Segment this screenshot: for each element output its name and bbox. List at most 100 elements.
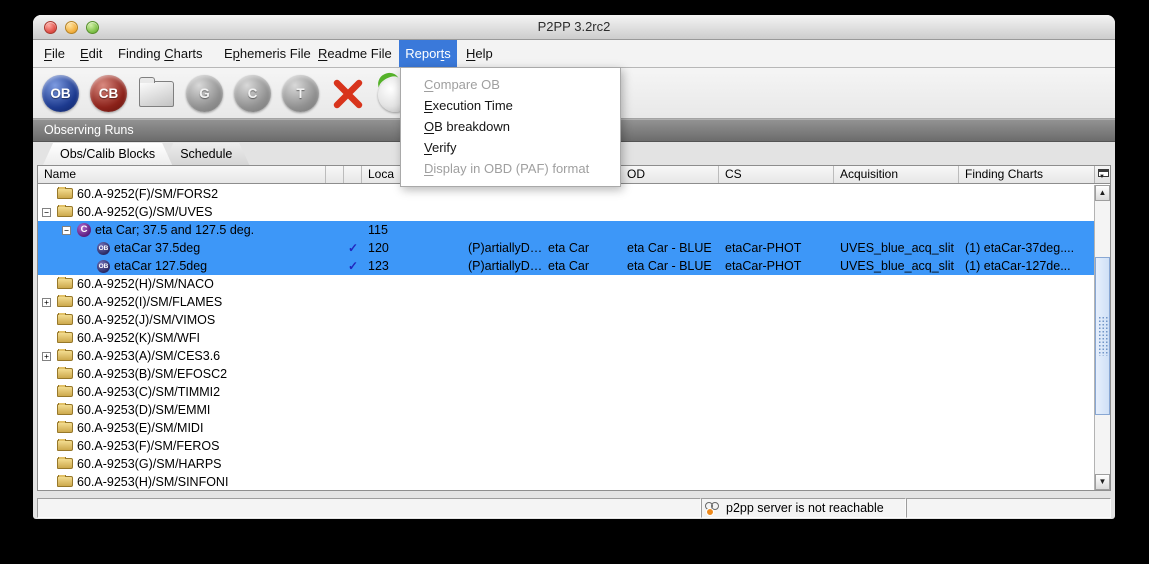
menu-file[interactable]: File [44, 40, 65, 67]
folder-icon [57, 188, 73, 199]
name-cell: 60.A-9252(H)/SM/NACO [38, 277, 326, 291]
new-ob-button[interactable]: OB [42, 75, 79, 112]
name-cell: 60.A-9253(D)/SM/EMMI [38, 403, 326, 417]
table-row[interactable]: 60.A-9253(E)/SM/MIDI [38, 419, 1094, 437]
menu-readme-file[interactable]: Readme File [318, 40, 392, 67]
menu-help[interactable]: Help [466, 40, 493, 67]
folder-icon [57, 332, 73, 343]
minus-expander-icon[interactable]: − [62, 226, 71, 235]
menu-item-ob-breakdown[interactable]: OB breakdown [401, 116, 620, 137]
zoom-button[interactable] [86, 21, 99, 34]
name-cell: +60.A-9252(I)/SM/FLAMES [38, 295, 326, 309]
table-row[interactable]: −60.A-9252(G)/SM/UVES [38, 203, 1094, 221]
minus-expander-icon[interactable]: − [42, 208, 51, 217]
status-bar: p2pp server is not reachable [37, 497, 1111, 519]
folder-icon [57, 404, 73, 415]
cell: 115 [362, 223, 462, 237]
column-header-finding-charts[interactable]: Finding Charts [959, 166, 1094, 183]
column-header-acquisition[interactable]: Acquisition [834, 166, 959, 183]
folder-icon [57, 350, 73, 361]
menu-bar: File Edit Finding Charts Ephemeris File … [33, 40, 1115, 68]
cell: (P)artiallyD… [462, 259, 542, 273]
new-timelink-button[interactable]: T [282, 75, 319, 112]
name-cell: 60.A-9252(F)/SM/FORS2 [38, 187, 326, 201]
minimize-button[interactable] [65, 21, 78, 34]
table-row[interactable]: 60.A-9253(D)/SM/EMMI [38, 401, 1094, 419]
column-header-cs[interactable]: CS [719, 166, 834, 183]
cell: etaCar-PHOT [719, 241, 834, 255]
folder-icon [57, 458, 73, 469]
name-cell: OB etaCar 37.5deg [38, 241, 326, 255]
menu-item-compare-ob: Compare OB [401, 74, 620, 95]
table-row[interactable]: 60.A-9252(F)/SM/FORS2 [38, 185, 1094, 203]
name-cell: +60.A-9253(A)/SM/CES3.6 [38, 349, 326, 363]
cell: eta Car - BLUE [621, 259, 719, 273]
table-row[interactable]: 60.A-9252(K)/SM/WFI [38, 329, 1094, 347]
table-row[interactable]: OBetaCar 127.5deg✓123(P)artiallyD…eta Ca… [38, 257, 1094, 275]
table-row[interactable]: 60.A-9253(B)/SM/EFOSC2 [38, 365, 1094, 383]
menu-finding-charts[interactable]: Finding Charts [118, 40, 203, 67]
name-cell: 60.A-9252(K)/SM/WFI [38, 331, 326, 345]
menu-item-display-obd: Display in OBD (PAF) format [401, 158, 620, 179]
folder-icon [57, 440, 73, 451]
cell: 123 [362, 259, 462, 273]
tab-obs-calib-blocks[interactable]: Obs/Calib Blocks [43, 143, 172, 165]
new-folder-button[interactable] [139, 81, 174, 107]
p2pp-window: P2PP 3.2rc2 File Edit Finding Charts Eph… [33, 15, 1115, 519]
table-row[interactable]: −Ceta Car; 37.5 and 127.5 deg.115 [38, 221, 1094, 239]
table-row[interactable]: 60.A-9252(J)/SM/VIMOS [38, 311, 1094, 329]
cell: eta Car [542, 241, 621, 255]
column-header-od[interactable]: OD [621, 166, 719, 183]
new-cb-button[interactable]: CB [90, 75, 127, 112]
table-row[interactable]: 60.A-9253(F)/SM/FEROS [38, 437, 1094, 455]
ob-icon: OB [97, 242, 110, 255]
folder-icon [57, 296, 73, 307]
row-label: 60.A-9253(A)/SM/CES3.6 [77, 349, 220, 363]
menu-ephemeris-file[interactable]: Ephemeris File [224, 40, 311, 67]
cell: UVES_blue_acq_slit [834, 241, 959, 255]
cell: ✓ [344, 259, 362, 273]
menu-edit[interactable]: Edit [80, 40, 102, 67]
plus-expander-icon[interactable]: + [42, 298, 51, 307]
table-row[interactable]: 60.A-9252(H)/SM/NACO [38, 275, 1094, 293]
menu-reports[interactable]: Reports [399, 40, 457, 67]
cell: eta Car [542, 259, 621, 273]
table-row[interactable]: 60.A-9253(C)/SM/TIMMI2 [38, 383, 1094, 401]
column-selector-icon[interactable] [1094, 166, 1110, 183]
tab-schedule[interactable]: Schedule [163, 143, 249, 165]
menu-item-verify[interactable]: Verify [401, 137, 620, 158]
table-row[interactable]: +60.A-9253(A)/SM/CES3.6 [38, 347, 1094, 365]
name-cell: 60.A-9252(J)/SM/VIMOS [38, 313, 326, 327]
table-row[interactable]: OBetaCar 37.5deg✓120(P)artiallyD…eta Car… [38, 239, 1094, 257]
plus-expander-icon[interactable]: + [42, 352, 51, 361]
row-label: 60.A-9252(I)/SM/FLAMES [77, 295, 222, 309]
title-bar[interactable]: P2PP 3.2rc2 [33, 15, 1115, 40]
folder-icon [57, 206, 73, 217]
delete-button[interactable] [329, 75, 367, 113]
row-label: 60.A-9253(G)/SM/HARPS [77, 457, 222, 471]
table-body: 60.A-9252(F)/SM/FORS2 −60.A-9252(G)/SM/UV… [38, 185, 1094, 490]
close-button[interactable] [44, 21, 57, 34]
cell: (1) etaCar-37deg.... [959, 241, 1094, 255]
name-cell: 60.A-9253(E)/SM/MIDI [38, 421, 326, 435]
vertical-scrollbar[interactable]: ▲ ▼ [1094, 185, 1110, 490]
new-group-button[interactable]: G [186, 75, 223, 112]
table-row[interactable]: +60.A-9252(I)/SM/FLAMES [38, 293, 1094, 311]
ob-icon: OB [97, 260, 110, 273]
scroll-down-icon[interactable]: ▼ [1095, 474, 1110, 490]
folder-icon [57, 314, 73, 325]
scrollbar-thumb[interactable] [1095, 257, 1110, 415]
folder-icon [57, 422, 73, 433]
new-concatenation-button[interactable]: C [234, 75, 271, 112]
name-cell: −60.A-9252(G)/SM/UVES [38, 205, 326, 219]
table-row[interactable]: 60.A-9253(H)/SM/SINFONI [38, 473, 1094, 490]
column-header-empty2[interactable] [344, 166, 362, 183]
menu-item-execution-time[interactable]: Execution Time [401, 95, 620, 116]
column-header-name[interactable]: Name [38, 166, 326, 183]
column-header-empty1[interactable] [326, 166, 344, 183]
row-label: etaCar 37.5deg [114, 241, 200, 255]
scroll-up-icon[interactable]: ▲ [1095, 185, 1110, 201]
table-row[interactable]: 60.A-9253(G)/SM/HARPS [38, 455, 1094, 473]
folder-icon [57, 278, 73, 289]
cell: eta Car - BLUE [621, 241, 719, 255]
